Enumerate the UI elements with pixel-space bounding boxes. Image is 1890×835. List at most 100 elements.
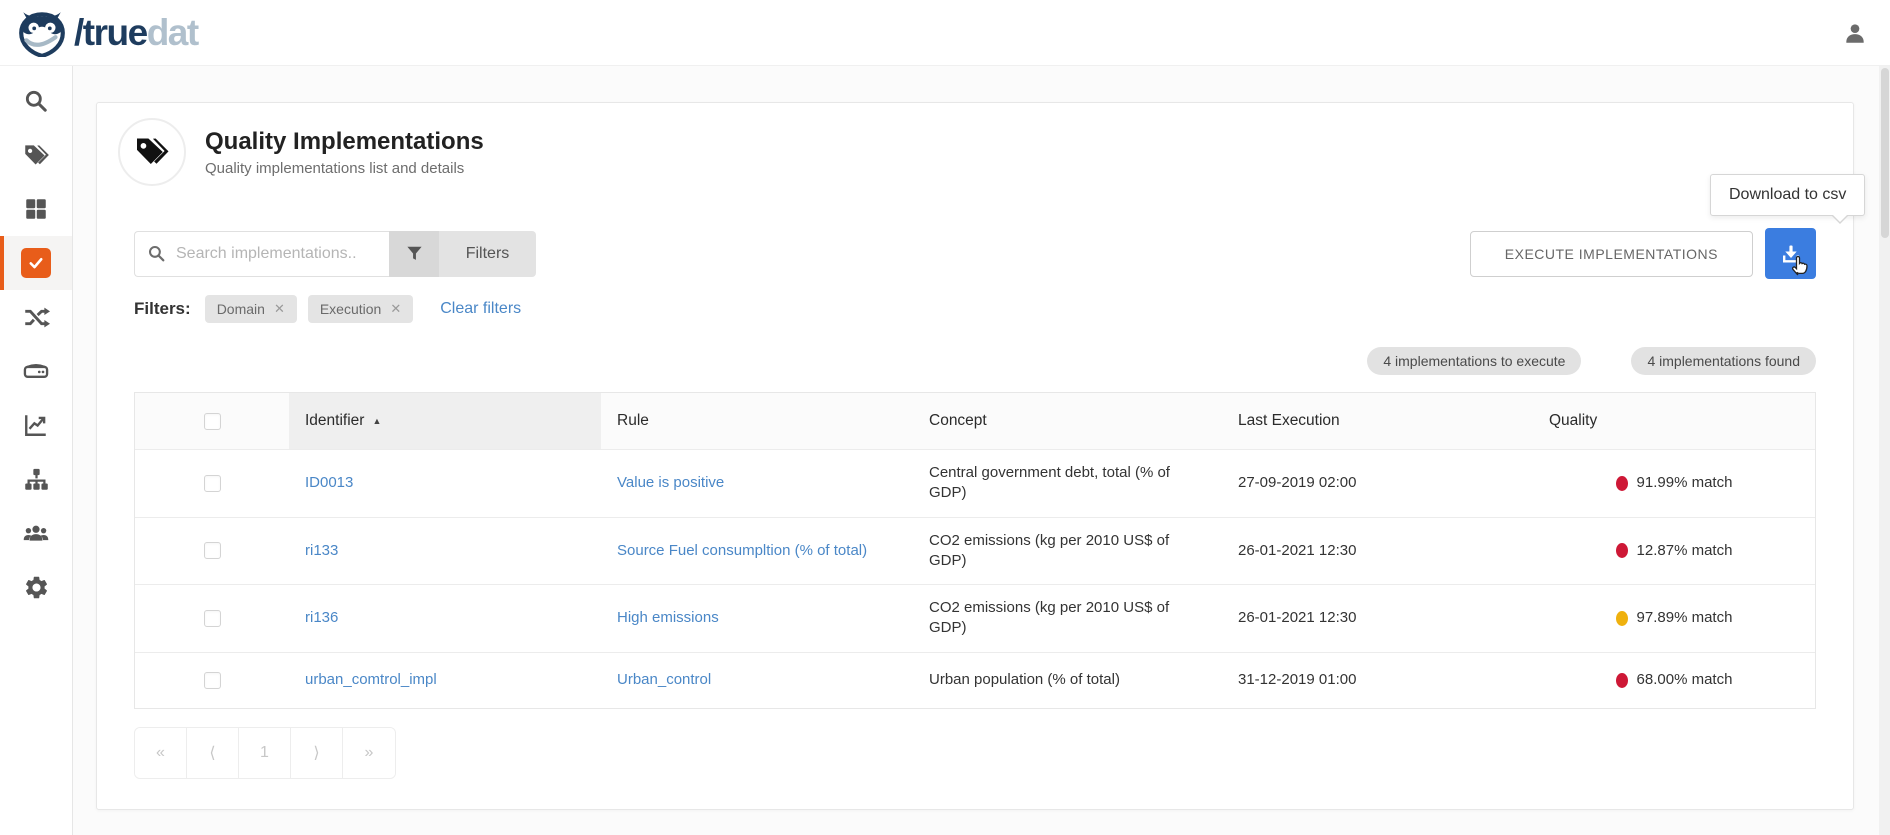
concept-cell: CO2 emissions (kg per 2010 US$ of GDP) bbox=[913, 585, 1222, 652]
line-chart-icon bbox=[23, 412, 49, 438]
last-execution-cell: 27-09-2019 02:00 bbox=[1222, 450, 1533, 517]
users-icon bbox=[22, 519, 50, 547]
sort-asc-icon: ▲ bbox=[372, 416, 381, 426]
column-header-quality[interactable]: Quality bbox=[1533, 393, 1815, 449]
user-icon bbox=[1842, 20, 1868, 46]
quality-label: 68.00% match bbox=[1637, 670, 1733, 690]
execute-implementations-button[interactable]: EXECUTE IMPLEMENTATIONS bbox=[1470, 231, 1753, 277]
last-execution-cell: 31-12-2019 01:00 bbox=[1222, 653, 1533, 708]
toolbar: Filters EXECUTE IMPLEMENTATIONS Download… bbox=[134, 228, 1816, 279]
filter-funnel-button[interactable] bbox=[389, 231, 439, 277]
table-row: ri136 High emissions CO2 emissions (kg p… bbox=[135, 584, 1815, 652]
sidebar-item-dashboards[interactable] bbox=[0, 398, 72, 452]
rule-link[interactable]: Urban_control bbox=[617, 670, 711, 690]
identifier-link[interactable]: ri136 bbox=[305, 608, 338, 628]
table-row: ID0013 Value is positive Central governm… bbox=[135, 449, 1815, 517]
funnel-icon bbox=[405, 244, 424, 263]
last-execution-cell: 26-01-2021 12:30 bbox=[1222, 585, 1533, 652]
download-icon bbox=[1779, 242, 1803, 266]
sidebar-item-users[interactable] bbox=[0, 506, 72, 560]
sitemap-icon bbox=[23, 466, 50, 493]
quality-cell: 68.00% match bbox=[1533, 653, 1815, 708]
download-csv-button[interactable] bbox=[1765, 228, 1816, 279]
sidebar-item-modules[interactable] bbox=[0, 182, 72, 236]
filters-button[interactable]: Filters bbox=[439, 231, 536, 277]
active-filters-row: Filters: Domain ✕ Execution ✕ Clear filt… bbox=[134, 295, 1816, 323]
implementations-found-badge: 4 implementations found bbox=[1631, 347, 1816, 375]
row-checkbox[interactable] bbox=[204, 610, 221, 627]
quality-status-dot bbox=[1616, 611, 1628, 626]
pagination-next-button[interactable]: ⟩ bbox=[291, 728, 343, 778]
quality-cell: 97.89% match bbox=[1533, 585, 1815, 652]
quality-status-dot bbox=[1616, 543, 1628, 558]
sidebar-item-quality[interactable] bbox=[0, 236, 72, 290]
pagination-prev-button[interactable]: ⟨ bbox=[187, 728, 239, 778]
remove-filter-icon[interactable]: ✕ bbox=[390, 301, 401, 317]
page-icon-circle bbox=[118, 118, 186, 186]
row-checkbox[interactable] bbox=[204, 542, 221, 559]
drive-icon bbox=[22, 357, 50, 385]
pagination-page-1-button[interactable]: 1 bbox=[239, 728, 291, 778]
main-content: Quality Implementations Quality implemen… bbox=[73, 66, 1890, 835]
row-checkbox[interactable] bbox=[204, 672, 221, 689]
concept-cell: Urban population (% of total) bbox=[913, 653, 1222, 708]
summary-badges: 4 implementations to execute 4 implement… bbox=[134, 347, 1816, 375]
owl-logo-icon bbox=[16, 9, 68, 57]
quality-label: 97.89% match bbox=[1637, 608, 1733, 628]
table-row: urban_comtrol_impl Urban_control Urban p… bbox=[135, 652, 1815, 708]
last-execution-cell: 26-01-2021 12:30 bbox=[1222, 518, 1533, 585]
quality-label: 12.87% match bbox=[1637, 541, 1733, 561]
pagination-last-button[interactable]: » bbox=[343, 728, 395, 778]
table-row: ri133 Source Fuel consumpltion (% of tot… bbox=[135, 517, 1815, 585]
quality-label: 91.99% match bbox=[1637, 473, 1733, 493]
page-title: Quality Implementations bbox=[205, 127, 484, 157]
tags-icon bbox=[23, 142, 50, 169]
column-header-concept[interactable]: Concept bbox=[913, 393, 1222, 449]
implementations-to-execute-badge: 4 implementations to execute bbox=[1367, 347, 1581, 375]
sidebar-item-settings[interactable] bbox=[0, 560, 72, 614]
scrollbar-track[interactable] bbox=[1879, 66, 1890, 835]
sidebar-item-data-sources[interactable] bbox=[0, 344, 72, 398]
identifier-link[interactable]: urban_comtrol_impl bbox=[305, 670, 437, 690]
toolbar-actions: EXECUTE IMPLEMENTATIONS Download to csv bbox=[1470, 228, 1816, 279]
column-header-identifier[interactable]: Identifier ▲ bbox=[289, 393, 601, 449]
sidebar-item-glossary[interactable] bbox=[0, 128, 72, 182]
filter-chip-execution[interactable]: Execution ✕ bbox=[308, 295, 413, 323]
column-header-rule[interactable]: Rule bbox=[601, 393, 913, 449]
sidebar-item-lineage[interactable] bbox=[0, 290, 72, 344]
scrollbar-thumb[interactable] bbox=[1881, 68, 1889, 238]
filter-chip-domain[interactable]: Domain ✕ bbox=[205, 295, 297, 323]
sidebar-item-structures[interactable] bbox=[0, 452, 72, 506]
concept-cell: Central government debt, total (% of GDP… bbox=[913, 450, 1222, 517]
rule-link[interactable]: High emissions bbox=[617, 608, 719, 628]
select-all-checkbox[interactable] bbox=[204, 413, 221, 430]
pagination: « ⟨ 1 ⟩ » bbox=[134, 727, 396, 779]
tags-icon bbox=[134, 134, 170, 170]
row-checkbox[interactable] bbox=[204, 475, 221, 492]
rule-link[interactable]: Source Fuel consumpltion (% of total) bbox=[617, 541, 867, 561]
card-header: Quality Implementations Quality implemen… bbox=[118, 118, 1816, 186]
rule-link[interactable]: Value is positive bbox=[617, 473, 724, 493]
concept-cell: CO2 emissions (kg per 2010 US$ of GDP) bbox=[913, 518, 1222, 585]
quality-status-dot bbox=[1616, 476, 1628, 491]
search-input[interactable] bbox=[176, 245, 379, 263]
column-header-last-execution[interactable]: Last Execution bbox=[1222, 393, 1533, 449]
remove-filter-icon[interactable]: ✕ bbox=[274, 301, 285, 317]
logo-wordmark: /truedat bbox=[74, 12, 198, 54]
app-root: /truedat bbox=[0, 0, 1890, 835]
identifier-link[interactable]: ID0013 bbox=[305, 473, 353, 493]
clear-filters-link[interactable]: Clear filters bbox=[440, 300, 521, 318]
select-all-cell bbox=[135, 393, 289, 449]
pagination-first-button[interactable]: « bbox=[135, 728, 187, 778]
topbar: /truedat bbox=[0, 0, 1890, 66]
quality-implementations-card: Quality Implementations Quality implemen… bbox=[96, 102, 1854, 810]
shuffle-icon bbox=[23, 304, 50, 331]
truedat-logo[interactable]: /truedat bbox=[16, 9, 198, 57]
table-header-row: Identifier ▲ Rule Concept Last Execution… bbox=[135, 393, 1815, 449]
sidebar-item-search[interactable] bbox=[0, 74, 72, 128]
identifier-link[interactable]: ri133 bbox=[305, 541, 338, 561]
search-box bbox=[134, 231, 389, 277]
gear-icon bbox=[23, 574, 50, 601]
implementations-table: Identifier ▲ Rule Concept Last Execution… bbox=[134, 392, 1816, 709]
user-menu-button[interactable] bbox=[1838, 16, 1872, 50]
